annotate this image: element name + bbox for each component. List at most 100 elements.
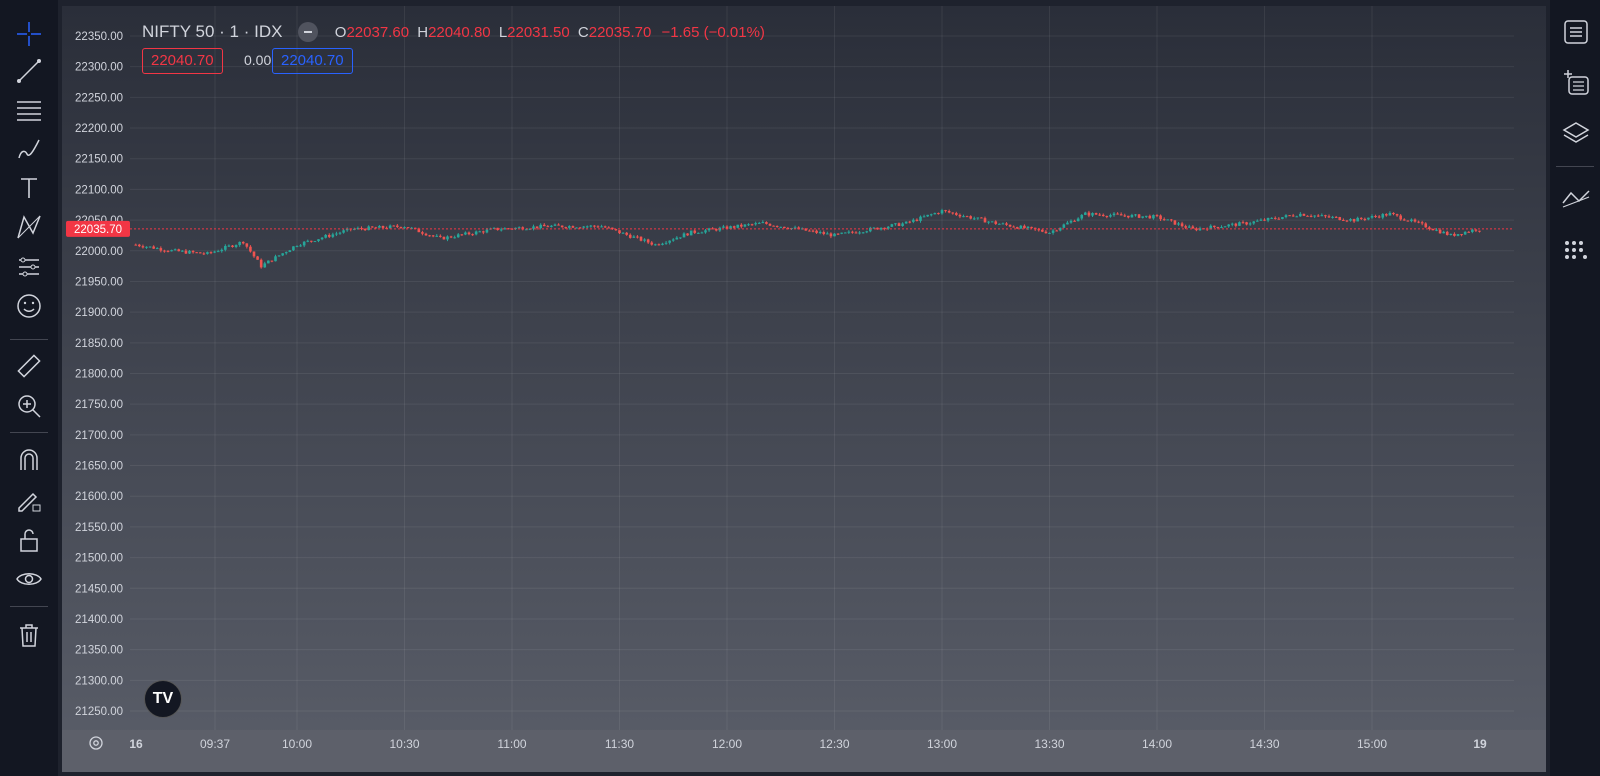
candle-body	[700, 232, 704, 234]
candle-body	[1324, 215, 1327, 217]
candle-body	[922, 216, 926, 218]
candle-body	[671, 239, 675, 241]
candle-body	[1015, 227, 1019, 229]
y-tick-label: 21800.00	[75, 369, 123, 381]
candle-body	[808, 230, 811, 232]
x-tick-label: 10:00	[282, 737, 312, 751]
layers-button[interactable]	[1558, 116, 1594, 152]
candle-body	[1456, 234, 1460, 236]
candle-body	[1248, 223, 1252, 225]
tradingview-logo[interactable]: TV	[144, 680, 182, 718]
candle-body	[854, 232, 858, 234]
candle-body	[783, 226, 786, 229]
sell-button[interactable]: 22040.70	[142, 48, 223, 74]
chart-canvas[interactable]: 22350.00 22300.00 22250.00 22200.00 22150.00…	[62, 6, 1546, 772]
pattern-tool[interactable]	[9, 209, 49, 245]
fib-tool[interactable]	[9, 92, 49, 128]
candle-body	[220, 249, 224, 252]
candle-body	[897, 223, 901, 226]
y-tick-label: 21400.00	[75, 614, 123, 626]
candle-body	[155, 248, 159, 250]
magnet-tool[interactable]	[9, 442, 49, 478]
open-label: O	[334, 24, 347, 41]
emoji-tool[interactable]	[9, 288, 49, 324]
ruler-tool[interactable]	[9, 348, 49, 384]
candle-body	[173, 249, 177, 251]
candle-body	[399, 226, 403, 228]
candle-body	[335, 233, 338, 235]
candle-body	[904, 221, 908, 224]
y-tick-label: 21450.00	[75, 583, 123, 595]
eye-icon	[16, 573, 42, 585]
candle-body	[829, 233, 833, 237]
candle-body	[1438, 229, 1442, 234]
candle-body	[1281, 217, 1284, 219]
candle-body	[1471, 229, 1474, 232]
y-tick-label: 21700.00	[75, 430, 123, 442]
candle-body	[972, 218, 976, 220]
text-icon	[21, 178, 37, 198]
text-tool[interactable]	[9, 170, 49, 206]
x-tick-label: 19	[1473, 737, 1487, 751]
zoom-tool[interactable]	[9, 388, 49, 424]
chart-pane[interactable]: 22350.00 22300.00 22250.00 22200.00 22150.00…	[62, 6, 1546, 772]
candle-body	[482, 231, 485, 233]
candle-body	[851, 231, 854, 233]
candle-body	[779, 226, 783, 228]
candle-body	[1134, 214, 1137, 216]
candle-body	[1137, 214, 1141, 218]
forecast-tool[interactable]	[9, 249, 49, 285]
lock-drawing-icon	[18, 492, 41, 512]
candle-body	[224, 245, 227, 250]
candle-body	[557, 224, 560, 226]
brush-tool[interactable]	[9, 132, 49, 168]
buy-button[interactable]: 22040.70	[272, 48, 353, 74]
candle-body	[1141, 216, 1144, 218]
candle-body	[1245, 222, 1248, 225]
watchlist-button[interactable]	[1558, 14, 1594, 50]
trash-icon	[20, 624, 38, 647]
crosshair-tool[interactable]	[9, 16, 49, 52]
indicators-button[interactable]	[1558, 180, 1594, 216]
remove-drawings-tool[interactable]	[9, 617, 49, 653]
candle-body	[1044, 231, 1048, 234]
candle-body	[277, 255, 281, 257]
candle-body	[1299, 213, 1302, 217]
candle-body	[1399, 215, 1402, 220]
candle-body	[1413, 219, 1417, 222]
add-watchlist-button[interactable]	[1558, 64, 1594, 100]
right-toolbar	[1550, 0, 1600, 776]
candle-body	[202, 253, 206, 255]
candle-body	[1187, 226, 1191, 228]
candle-body	[1392, 212, 1395, 215]
candle-body	[241, 241, 245, 244]
candle-body	[1041, 229, 1044, 232]
candle-body	[1467, 231, 1471, 233]
visibility-tool[interactable]	[9, 561, 49, 597]
candle-body	[657, 244, 661, 246]
candle-body	[1055, 230, 1058, 232]
x-tick-label: 12:30	[819, 737, 849, 751]
more-options-button[interactable]	[1558, 232, 1594, 268]
candle-body	[750, 224, 754, 226]
candle-body	[1420, 222, 1424, 224]
candle-body	[976, 217, 980, 219]
candle-body	[1291, 215, 1295, 217]
lock-drawing-tool[interactable]	[9, 482, 49, 518]
trend-line-tool[interactable]	[9, 53, 49, 89]
candle-body	[621, 232, 625, 234]
candle-body	[191, 250, 195, 253]
symbol-title[interactable]: NIFTY 50 · 1 · IDX	[142, 22, 282, 41]
unlock-tool[interactable]	[9, 522, 49, 558]
candle-body	[295, 246, 299, 248]
candle-body	[1381, 214, 1385, 218]
candle-body	[288, 250, 292, 253]
y-tick-label: 21600.00	[75, 491, 123, 503]
settings-gear-icon[interactable]	[88, 735, 104, 751]
x-tick-label: 13:00	[927, 737, 957, 751]
candle-body	[381, 225, 385, 228]
hide-legend-button[interactable]	[298, 22, 318, 42]
toolbar-separator	[10, 606, 48, 607]
candle-body	[732, 226, 736, 228]
candle-body	[1442, 231, 1445, 234]
